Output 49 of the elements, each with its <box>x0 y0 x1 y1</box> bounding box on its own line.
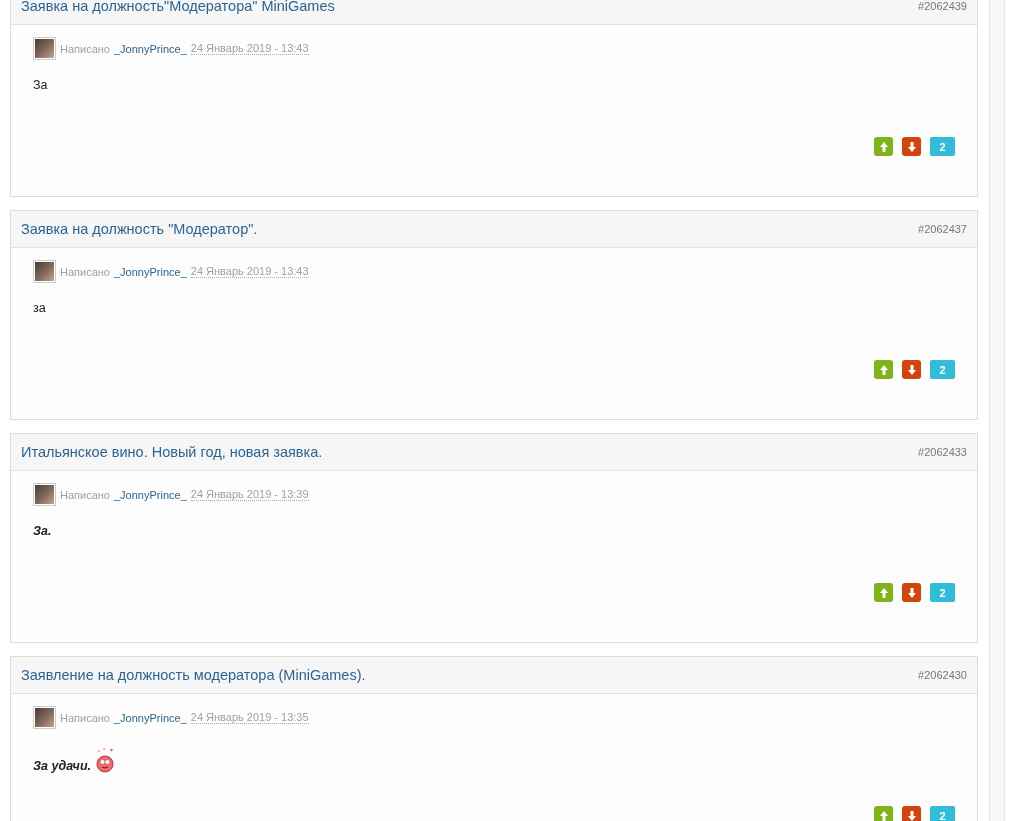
reputation-count: 2 <box>930 137 955 156</box>
author-link[interactable]: _JonnyPrince_ <box>114 265 187 278</box>
post-number: #2062439 <box>918 0 967 12</box>
author-link[interactable]: _JonnyPrince_ <box>114 488 187 501</box>
vote-down-button[interactable] <box>902 583 921 602</box>
post-text: за <box>33 301 46 315</box>
vote-down-button[interactable] <box>902 360 921 379</box>
topic-title-link[interactable]: Итальянское вино. Новый год, новая заявка. <box>21 444 323 460</box>
down-arrow-icon <box>907 587 916 598</box>
up-arrow-icon <box>879 364 888 375</box>
post-date: 24 Январь 2019 - 13:43 <box>190 265 309 278</box>
vote-up-button[interactable] <box>874 583 893 602</box>
up-arrow-icon <box>879 587 888 598</box>
post-date: 24 Январь 2019 - 13:35 <box>190 711 309 724</box>
smiley-icon <box>95 747 115 773</box>
reputation-count: 2 <box>930 360 955 379</box>
down-arrow-icon <box>907 364 916 375</box>
down-arrow-icon <box>907 810 916 821</box>
vote-down-button[interactable] <box>902 137 921 156</box>
reputation-count: 2 <box>930 583 955 602</box>
post-number: #2062433 <box>918 446 967 458</box>
written-label: Написано <box>60 711 110 724</box>
avatar-thumbnail <box>33 260 56 283</box>
up-arrow-icon <box>879 810 888 821</box>
vote-up-button[interactable] <box>874 360 893 379</box>
written-label: Написано <box>60 42 110 55</box>
written-label: Написано <box>60 488 110 501</box>
avatar-thumbnail <box>33 483 56 506</box>
avatar-thumbnail <box>33 37 56 60</box>
vote-up-button[interactable] <box>874 806 893 821</box>
avatar-thumbnail <box>33 706 56 729</box>
author-link[interactable]: _JonnyPrince_ <box>114 711 187 724</box>
vote-up-button[interactable] <box>874 137 893 156</box>
down-arrow-icon <box>907 141 916 152</box>
post-text: За. <box>33 524 52 538</box>
vote-down-button[interactable] <box>902 806 921 821</box>
post-number: #2062430 <box>918 669 967 681</box>
topic-title-link[interactable]: Заявление на должность модератора (MiniGames). <box>21 667 366 683</box>
post-text: За удачи. <box>33 759 91 773</box>
author-link[interactable]: _JonnyPrince_ <box>114 42 187 55</box>
topic-title-link[interactable]: Заявка на должность "Модератор". <box>21 221 258 237</box>
post-number: #2062437 <box>918 223 967 235</box>
topic-title-link[interactable]: Заявка на должность"Модератора" MiniGames <box>21 0 335 14</box>
post-text: За <box>33 78 48 92</box>
up-arrow-icon <box>879 141 888 152</box>
post-date: 24 Январь 2019 - 13:43 <box>190 42 309 55</box>
reputation-count: 2 <box>930 806 955 821</box>
post-date: 24 Январь 2019 - 13:39 <box>190 488 309 501</box>
written-label: Написано <box>60 265 110 278</box>
